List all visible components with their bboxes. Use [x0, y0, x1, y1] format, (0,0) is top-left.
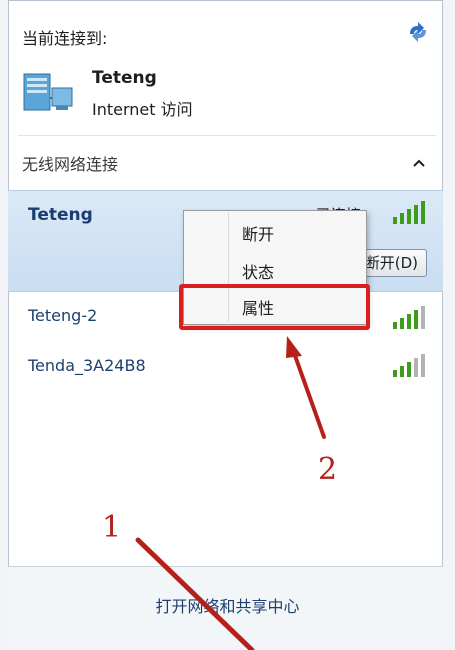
- annotation-number-two: 2: [318, 452, 338, 487]
- annotation-number-one: 1: [102, 510, 122, 545]
- signal-strength-icon: [392, 304, 428, 330]
- network-name: Teteng: [28, 205, 93, 225]
- highlight-box: [179, 284, 370, 330]
- current-connection-access: Internet 访问: [92, 100, 193, 119]
- network-sharing-center-link[interactable]: 打开网络和共享中心: [0, 593, 455, 617]
- computer-network-icon: [22, 72, 78, 116]
- network-item[interactable]: Tenda_3A24B8: [8, 346, 443, 392]
- chevron-up-icon[interactable]: [412, 154, 426, 167]
- divider: [18, 135, 436, 136]
- wireless-section-title: 无线网络连接: [22, 155, 119, 174]
- menu-item-disconnect[interactable]: 断开: [242, 221, 274, 245]
- network-name: Teteng-2: [28, 306, 98, 325]
- current-connection-name: Teteng: [92, 68, 157, 88]
- signal-strength-icon: [392, 352, 428, 378]
- current-connection-heading: 当前连接到:: [22, 29, 108, 48]
- refresh-icon[interactable]: [404, 20, 432, 44]
- signal-strength-icon: [392, 199, 428, 225]
- menu-item-status[interactable]: 状态: [242, 259, 274, 283]
- network-name: Tenda_3A24B8: [28, 356, 146, 375]
